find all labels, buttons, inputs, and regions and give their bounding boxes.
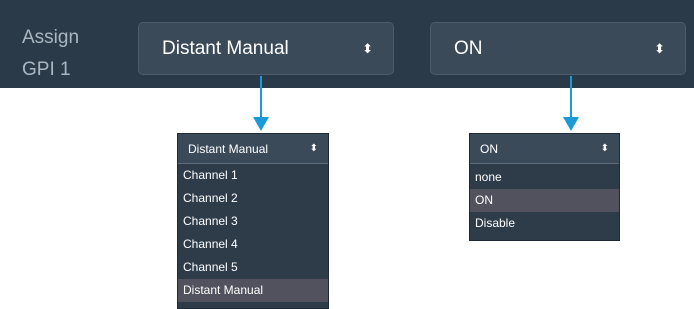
state-select-value: ON <box>454 38 483 59</box>
sort-caret-icon: ⬍ <box>309 143 318 154</box>
state-dropdown-value: ON <box>480 142 498 156</box>
dropdown-option[interactable]: Channel 1 <box>178 164 328 187</box>
sort-caret-icon: ⬍ <box>654 41 665 56</box>
channel-select[interactable]: Distant Manual ⬍ <box>138 22 394 75</box>
sort-caret-icon: ⬍ <box>362 41 373 56</box>
state-dropdown-header[interactable]: ON ⬍ <box>470 134 619 164</box>
assign-gpi-label: Assign GPI 1 <box>22 22 112 86</box>
dropdown-option[interactable]: Channel 4 <box>178 233 328 256</box>
pointer-arrow-head-icon <box>563 117 579 131</box>
dropdown-option[interactable]: Distant Manual <box>178 279 328 302</box>
sort-caret-icon: ⬍ <box>600 143 609 154</box>
dropdown-option[interactable]: Channel 3 <box>178 210 328 233</box>
dropdown-option[interactable]: ON <box>470 189 619 212</box>
state-dropdown: ON ⬍ none ON Disable <box>469 133 620 241</box>
pointer-arrow-line <box>260 76 262 119</box>
channel-select-value: Distant Manual <box>162 38 289 59</box>
dropdown-option[interactable]: Channel 2 <box>178 187 328 210</box>
dropdown-option[interactable]: Channel 5 <box>178 256 328 279</box>
dropdown-option[interactable]: none <box>470 166 619 189</box>
channel-dropdown: Distant Manual ⬍ Channel 1 Channel 2 Chann… <box>177 133 329 309</box>
pointer-arrow-head-icon <box>253 117 269 131</box>
channel-dropdown-value: Distant Manual <box>188 142 269 156</box>
channel-options-list: Channel 1 Channel 2 Channel 3 Channel 4 Chan… <box>178 164 328 302</box>
dropdown-option[interactable]: Disable <box>470 212 619 235</box>
assign-label-line2: GPI 1 <box>22 59 71 80</box>
assign-label-line1: Assign <box>22 27 80 48</box>
state-select[interactable]: ON ⬍ <box>430 22 686 75</box>
settings-bar: Assign GPI 1 Distant Manual ⬍ ON ⬍ <box>0 0 694 88</box>
channel-dropdown-header[interactable]: Distant Manual ⬍ <box>178 134 328 164</box>
pointer-arrow-line <box>570 76 572 119</box>
state-options-list: none ON Disable <box>470 164 619 235</box>
